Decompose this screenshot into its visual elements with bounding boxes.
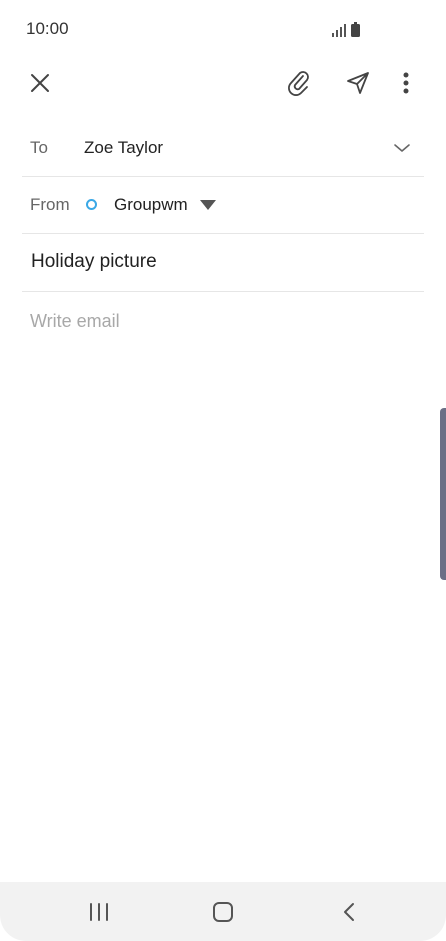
battery-icon bbox=[351, 22, 360, 37]
recipient-field[interactable]: Zoe Taylor bbox=[84, 138, 163, 158]
from-label: From bbox=[30, 195, 70, 214]
navigation-bar bbox=[0, 882, 446, 941]
subject-row[interactable]: Holiday picture bbox=[22, 234, 424, 292]
subject-field[interactable]: Holiday picture bbox=[31, 251, 157, 273]
status-icons bbox=[332, 21, 360, 37]
status-bar: 10:00 bbox=[0, 0, 446, 58]
to-label: To bbox=[30, 138, 48, 157]
compose-toolbar bbox=[0, 58, 446, 108]
paperclip-icon[interactable] bbox=[284, 68, 314, 98]
send-icon[interactable] bbox=[343, 68, 373, 98]
account-indicator-icon bbox=[86, 199, 97, 210]
recents-icon[interactable] bbox=[84, 898, 114, 926]
sender-row[interactable]: From Groupwm bbox=[22, 177, 424, 234]
more-vertical-icon[interactable] bbox=[391, 68, 421, 98]
back-icon[interactable] bbox=[334, 898, 364, 926]
close-icon[interactable] bbox=[25, 68, 55, 98]
dropdown-arrow-icon[interactable] bbox=[200, 200, 216, 210]
sender-account-select[interactable]: Groupwm bbox=[114, 195, 188, 215]
edge-panel-handle[interactable] bbox=[440, 408, 446, 580]
email-body-input[interactable]: Write email bbox=[30, 311, 120, 332]
home-icon[interactable] bbox=[208, 898, 238, 926]
recipient-row[interactable]: To Zoe Taylor bbox=[22, 120, 424, 177]
chevron-down-icon[interactable] bbox=[392, 138, 412, 158]
signal-icon bbox=[332, 23, 346, 37]
status-time: 10:00 bbox=[26, 19, 69, 38]
